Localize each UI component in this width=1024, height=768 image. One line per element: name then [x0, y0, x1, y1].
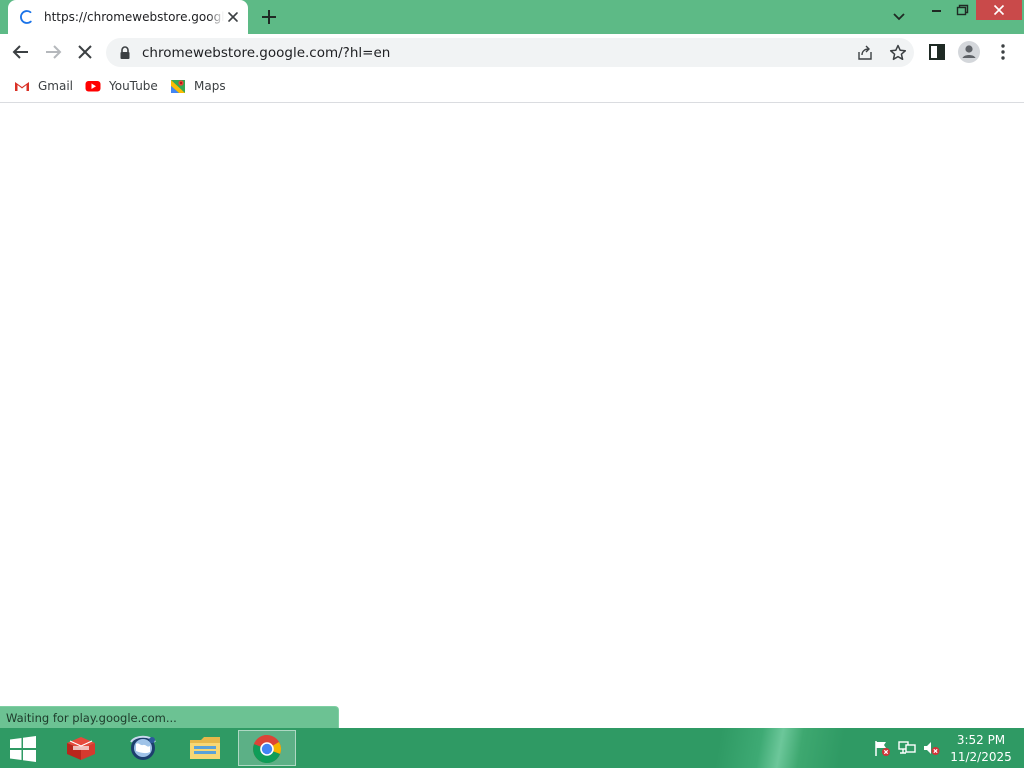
tab-search-chevron-down-icon[interactable]: [888, 7, 910, 27]
taskbar-app-toolbox[interactable]: [52, 730, 110, 766]
bookmarks-bar: Gmail YouTube Maps: [0, 70, 1024, 103]
address-bar[interactable]: chromewebstore.google.com/?hl=en: [106, 38, 914, 67]
browser-toolbar: chromewebstore.google.com/?hl=en: [0, 34, 1024, 70]
bookmark-gmail[interactable]: Gmail: [14, 76, 74, 96]
volume-muted-icon[interactable]: [921, 738, 941, 758]
browser-tab[interactable]: https://chromewebstore.google.com/?hl=en: [8, 0, 248, 34]
bookmark-label: Gmail: [38, 79, 74, 93]
close-window-button[interactable]: [976, 0, 1022, 20]
maps-icon: [171, 80, 185, 93]
loading-spinner-icon: [20, 10, 32, 24]
tab-title: https://chromewebstore.google.com/?hl=en: [44, 9, 224, 25]
lock-icon[interactable]: [118, 45, 132, 61]
taskbar-app-globe[interactable]: [114, 730, 172, 766]
bookmark-youtube[interactable]: YouTube: [85, 76, 159, 96]
red-box-icon: [67, 737, 95, 760]
share-icon[interactable]: [856, 44, 874, 62]
tab-close-icon[interactable]: [224, 8, 242, 26]
more-menu-icon[interactable]: [990, 39, 1016, 65]
new-tab-button[interactable]: [258, 6, 280, 28]
restore-button[interactable]: [950, 0, 974, 22]
title-bar: https://chromewebstore.google.com/?hl=en: [0, 0, 1024, 34]
taskbar: 3:52 PM 11/2/2025: [0, 728, 1024, 768]
windows-start-icon[interactable]: [6, 734, 40, 764]
url-text[interactable]: chromewebstore.google.com/?hl=en: [142, 44, 390, 62]
stop-loading-button[interactable]: [72, 39, 98, 65]
back-button[interactable]: [8, 39, 34, 65]
page-content: [0, 103, 1024, 728]
taskbar-app-file-explorer[interactable]: [176, 730, 234, 766]
gmail-icon: [15, 81, 29, 91]
bookmark-star-icon[interactable]: [888, 43, 908, 63]
youtube-icon: [85, 81, 101, 92]
status-text: Waiting for play.google.com...: [6, 711, 177, 725]
network-icon[interactable]: [897, 738, 917, 758]
clock-date[interactable]: 11/2/2025: [944, 750, 1018, 764]
clock-time[interactable]: 3:52 PM: [944, 733, 1018, 747]
chrome-icon: [253, 735, 281, 764]
forward-button[interactable]: [40, 39, 66, 65]
minimize-button[interactable]: [924, 0, 950, 22]
taskbar-app-chrome[interactable]: [238, 730, 296, 766]
action-center-flag-icon[interactable]: [872, 738, 892, 758]
globe-icon: [130, 735, 156, 760]
profile-avatar-icon[interactable]: [956, 39, 982, 65]
folder-icon: [190, 737, 220, 759]
bookmark-label: YouTube: [109, 79, 158, 93]
status-bubble: Waiting for play.google.com...: [0, 706, 339, 729]
bookmark-label: Maps: [194, 79, 226, 93]
bookmark-maps[interactable]: Maps: [170, 76, 228, 96]
side-panel-icon[interactable]: [924, 39, 950, 65]
